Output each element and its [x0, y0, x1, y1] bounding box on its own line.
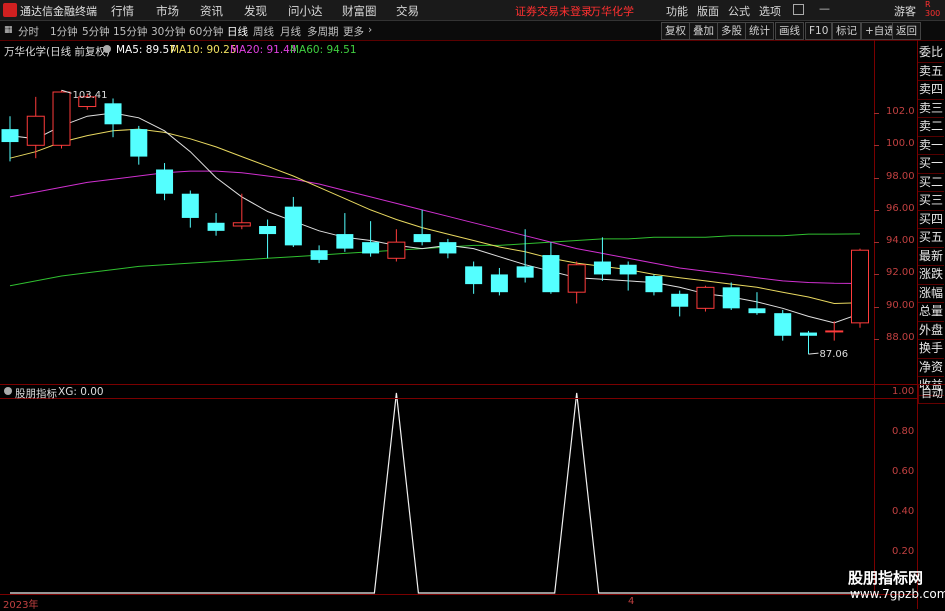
- auto-button[interactable]: 自动: [918, 384, 945, 404]
- high-label: 103.41: [73, 90, 108, 101]
- price-tick-mark: [874, 242, 879, 244]
- candle-body: [52, 91, 71, 146]
- date-axis-line: [0, 594, 917, 595]
- candle-body: [748, 308, 766, 314]
- candle-body: [851, 249, 869, 324]
- candle-body: [310, 250, 328, 260]
- indicator-tick-label: 0.80: [892, 426, 915, 437]
- panel-divider-bottom: [0, 398, 917, 399]
- price-tick-mark: [874, 113, 879, 114]
- candle-body: [825, 330, 844, 333]
- price-tick-mark: [874, 306, 879, 308]
- candle-body: [259, 226, 277, 235]
- side-panel: 委比 卖五 卖四 卖三 卖二 卖一 买一 买二 买三 买四 买五 最新 涨跌 涨幅 总量 外盘 换手 净资 收益: [918, 44, 944, 396]
- candle-body: [26, 115, 45, 146]
- side-item: 外盘: [918, 322, 944, 340]
- side-item: 买四: [918, 211, 944, 229]
- price-tick-label: 102.0: [886, 106, 915, 117]
- price-tick-label: 94.00: [886, 235, 915, 247]
- low-label: 87.06: [819, 349, 848, 360]
- side-item: 涨幅: [918, 285, 944, 303]
- side-item: 最新: [918, 248, 944, 266]
- side-item: 卖四: [918, 81, 944, 100]
- panel-divider-top: [0, 384, 917, 385]
- candle-body: [156, 169, 174, 194]
- side-item: 总量: [918, 303, 944, 322]
- candle-body: [619, 264, 637, 275]
- price-tick-mark: [874, 145, 879, 147]
- side-item: 卖三: [918, 100, 944, 118]
- price-tick-mark: [874, 209, 879, 211]
- indicator-name: 股朋指标: [15, 388, 57, 400]
- candle-body: [439, 242, 457, 254]
- candle-body: [645, 276, 663, 293]
- indicator-tick-label: 0.40: [892, 506, 915, 517]
- side-item: 卖一: [918, 137, 944, 155]
- watermark-url: www.7gpzb.com: [850, 587, 945, 601]
- watermark-title: 股朋指标网: [848, 569, 924, 587]
- price-tick-label: 96.00: [886, 202, 915, 214]
- side-item: 涨跌: [918, 266, 944, 285]
- price-tick-label: 98.00: [886, 170, 915, 182]
- candle-body: [362, 242, 380, 254]
- indicator-settings-icon[interactable]: [4, 387, 12, 395]
- candle-body: [413, 234, 431, 243]
- candle-body: [207, 222, 225, 231]
- candle-body: [232, 222, 251, 227]
- candle-body: [284, 206, 302, 246]
- indicator-tick-label: 1.00: [892, 386, 915, 397]
- side-item: 委比: [918, 44, 944, 63]
- candle-body: [387, 241, 406, 259]
- price-tick-label: 90.00: [886, 299, 915, 311]
- candle-body: [567, 264, 586, 293]
- price-tick-mark: [874, 339, 879, 340]
- price-tick-label: 92.00: [886, 267, 915, 279]
- candle-body: [181, 193, 199, 218]
- kline-chart[interactable]: 103.41 87.06: [0, 0, 945, 609]
- side-item: 净资: [918, 359, 944, 377]
- candle-body: [593, 261, 611, 275]
- price-tick-label: 100.0: [886, 138, 915, 150]
- side-item: 买五: [918, 229, 944, 248]
- candle-body: [799, 332, 817, 336]
- candle-body: [104, 103, 122, 125]
- candle-body: [671, 293, 689, 307]
- candle-body: [542, 255, 560, 293]
- price-tick-mark: [874, 177, 879, 179]
- side-item: 买三: [918, 192, 944, 211]
- candle-body: [130, 129, 148, 157]
- side-item: 买一: [918, 155, 944, 174]
- candle-body: [465, 266, 483, 285]
- candle-body: [490, 274, 508, 293]
- xg-line: [10, 392, 860, 594]
- side-item: 换手: [918, 340, 944, 359]
- axis-divider: [874, 40, 875, 595]
- candle-body: [1, 129, 19, 143]
- side-item: 卖二: [918, 118, 944, 137]
- price-tick-label: 88.00: [886, 332, 915, 343]
- price-tick-mark: [874, 274, 879, 276]
- candle-body: [336, 234, 354, 249]
- indicator-tick-label: 0.60: [892, 466, 915, 477]
- indicator-tick-label: 0.20: [892, 546, 915, 557]
- candle-body: [696, 286, 715, 309]
- ma60-line: [9, 233, 861, 287]
- low-marker: [808, 352, 819, 355]
- side-item: 卖五: [918, 63, 944, 81]
- side-item: 买二: [918, 174, 944, 192]
- indicator-value: XG: 0.00: [58, 386, 104, 398]
- date-label-month: 4: [628, 596, 635, 607]
- candle-body: [774, 313, 792, 336]
- candle-body: [516, 266, 534, 278]
- candle-body: [722, 287, 740, 309]
